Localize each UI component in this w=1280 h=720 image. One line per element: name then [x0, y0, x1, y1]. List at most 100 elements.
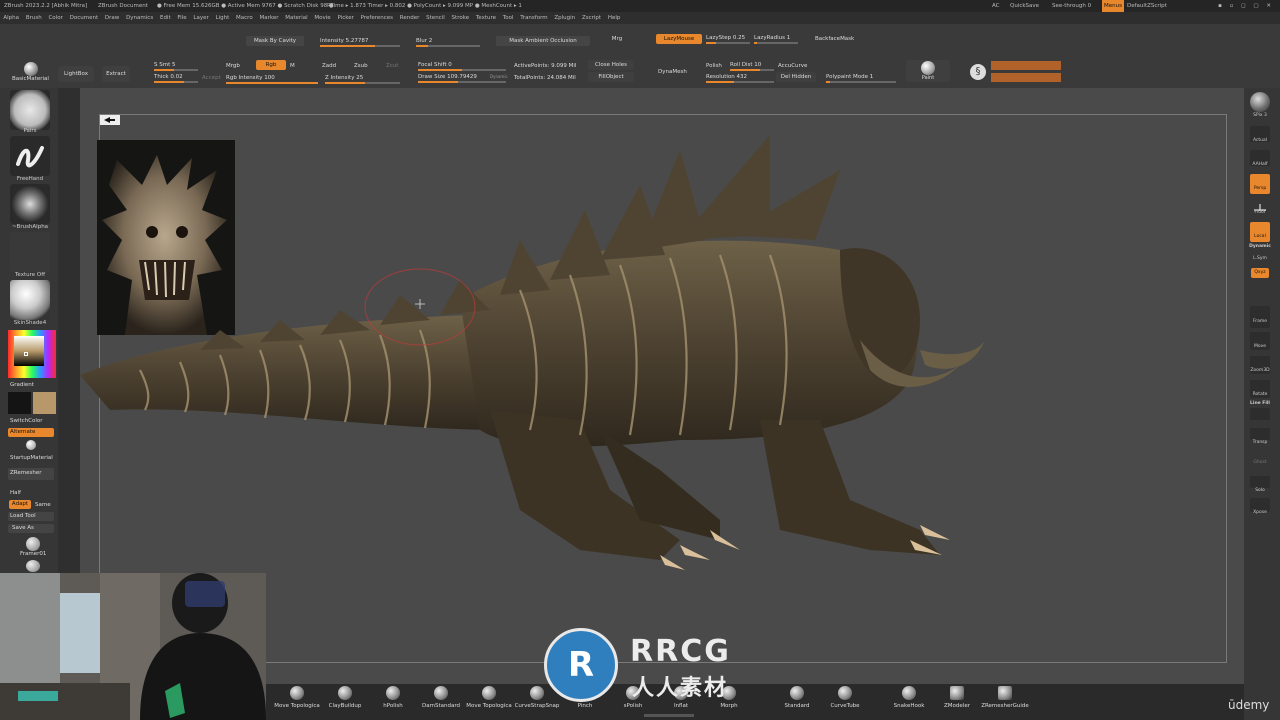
primary-color-swatch[interactable]: [8, 392, 31, 414]
brush-move-topological-2[interactable]: Move Topologica: [464, 684, 514, 720]
brush-standard[interactable]: Standard: [772, 684, 822, 720]
mrgb-button[interactable]: Mrgb: [226, 61, 240, 71]
zremesher-button[interactable]: ZRemesher: [8, 468, 54, 480]
ghost-label[interactable]: Ghost: [1244, 460, 1276, 465]
startup-material-label[interactable]: StartupMaterial: [10, 453, 53, 463]
load-tool-button[interactable]: Load Tool: [8, 512, 54, 521]
polish-button[interactable]: Polish: [706, 61, 722, 71]
brush-claybuildup[interactable]: ClayBuildup: [320, 684, 370, 720]
zadd-button[interactable]: Zadd: [322, 61, 336, 71]
lightbox-button[interactable]: LightBox: [58, 66, 94, 82]
menu-light[interactable]: Light: [212, 12, 233, 24]
alpha-icon[interactable]: [10, 184, 50, 224]
seethrough-slider[interactable]: See-through 0: [1052, 0, 1091, 12]
rgb-button[interactable]: Rgb: [256, 60, 286, 70]
gradient-label[interactable]: Gradient: [10, 380, 34, 390]
menu-help[interactable]: Help: [604, 12, 623, 24]
startup-material-icon[interactable]: [26, 440, 36, 450]
extract-button[interactable]: Extract: [102, 66, 130, 82]
line-fill-label[interactable]: Line Fill: [1244, 401, 1276, 406]
switch-color-button[interactable]: SwitchColor: [10, 416, 43, 426]
zcut-button[interactable]: Zcut: [386, 61, 398, 71]
menu-file[interactable]: File: [174, 12, 190, 24]
menu-picker[interactable]: Picker: [334, 12, 357, 24]
stroke-freehand-icon[interactable]: [10, 136, 50, 176]
spotlight-icon[interactable]: [100, 115, 120, 125]
brush-snakehook[interactable]: SnakeHook: [884, 684, 934, 720]
solo-icon[interactable]: [1250, 476, 1270, 488]
backface-mask-button[interactable]: BackfaceMask: [815, 34, 854, 44]
brush-damstandard[interactable]: DamStandard: [416, 684, 466, 720]
menu-layer[interactable]: Layer: [190, 12, 212, 24]
brush-move-topological-1[interactable]: Move Topologica: [272, 684, 322, 720]
menu-material[interactable]: Material: [282, 12, 311, 24]
spiral-icon[interactable]: §: [970, 64, 986, 80]
default-zscript-button[interactable]: DefaultZScript: [1127, 0, 1167, 12]
polyf-icon[interactable]: [1250, 408, 1270, 420]
qxyz-button[interactable]: Qxyz: [1251, 268, 1269, 278]
menu-dynamics[interactable]: Dynamics: [123, 12, 157, 24]
brush-pairs-icon[interactable]: [10, 90, 50, 130]
half-button[interactable]: Half: [10, 488, 21, 498]
dynamic-label-right[interactable]: Dynamic: [1244, 244, 1276, 249]
accucurve-button[interactable]: AccuCurve: [778, 61, 807, 71]
menu-stroke[interactable]: Stroke: [448, 12, 472, 24]
menu-draw[interactable]: Draw: [102, 12, 123, 24]
menu-edit[interactable]: Edit: [157, 12, 174, 24]
menu-alpha[interactable]: Alpha: [0, 12, 22, 24]
accept-button[interactable]: Accept: [202, 73, 221, 83]
spix-label[interactable]: SPix 3: [1244, 113, 1276, 118]
close-holes-button[interactable]: Close Holes: [588, 60, 634, 70]
menus-button[interactable]: Menus: [1102, 0, 1124, 12]
transp-icon[interactable]: [1250, 428, 1270, 440]
mask-ambient-occlusion-button[interactable]: Mask Ambient Occlusion: [496, 36, 590, 46]
save-as-button[interactable]: Save As: [8, 524, 54, 533]
color-swatch-bottom[interactable]: [991, 73, 1061, 82]
menu-brush[interactable]: Brush: [22, 12, 45, 24]
material-icon[interactable]: [10, 280, 50, 320]
menu-zplugin[interactable]: Zplugin: [551, 12, 579, 24]
del-hidden-button[interactable]: Del Hidden: [776, 72, 816, 82]
bottom-scroll-handle[interactable]: [644, 714, 694, 717]
adapt-button[interactable]: Adapt: [9, 500, 31, 509]
persp-icon[interactable]: [1250, 174, 1270, 194]
dynamesh-button[interactable]: DynaMesh: [658, 67, 687, 77]
creature-sculpt[interactable]: [80, 130, 1000, 590]
bpr-render-icon[interactable]: [1250, 92, 1270, 112]
fill-object-button[interactable]: FillObject: [588, 72, 634, 82]
menu-macro[interactable]: Macro: [233, 12, 256, 24]
tool-sphere-icon[interactable]: [26, 560, 40, 572]
mask-by-cavity-button[interactable]: Mask By Cavity: [246, 36, 304, 46]
menu-zscript[interactable]: Zscript: [579, 12, 605, 24]
brush-curvetube[interactable]: CurveTube: [820, 684, 870, 720]
menu-marker[interactable]: Marker: [256, 12, 282, 24]
secondary-color-swatch[interactable]: [33, 392, 56, 414]
color-picker[interactable]: [8, 330, 56, 378]
same-button[interactable]: Same: [35, 500, 51, 510]
window-controls[interactable]: ▪ ▫ ◻ ▢ ✕: [1174, 0, 1274, 12]
brush-zmodeler[interactable]: ZModeler: [932, 684, 982, 720]
paint-button[interactable]: Paint: [906, 60, 950, 82]
menu-stencil[interactable]: Stencil: [423, 12, 448, 24]
mrg-top-button[interactable]: Mrg: [606, 34, 628, 44]
lsym-button[interactable]: L.Sym: [1244, 256, 1276, 261]
menu-color[interactable]: Color: [45, 12, 66, 24]
menu-movie[interactable]: Movie: [311, 12, 334, 24]
brush-zremesherguide[interactable]: ZRemesherGuide: [980, 684, 1030, 720]
color-swatch-top[interactable]: [991, 61, 1061, 70]
texture-icon[interactable]: [10, 232, 50, 272]
zsub-button[interactable]: Zsub: [354, 61, 368, 71]
lazymouse-button[interactable]: LazyMouse: [656, 34, 702, 44]
menu-tool[interactable]: Tool: [499, 12, 516, 24]
quicksave-button[interactable]: QuickSave: [1010, 0, 1039, 12]
menu-render[interactable]: Render: [396, 12, 422, 24]
frame-icon[interactable]: [1250, 306, 1270, 328]
m-button[interactable]: M: [290, 61, 295, 71]
local-icon[interactable]: [1250, 222, 1270, 242]
menu-texture[interactable]: Texture: [472, 12, 499, 24]
menu-transform[interactable]: Transform: [517, 12, 551, 24]
alternate-button[interactable]: Alternate: [8, 428, 54, 437]
menu-document[interactable]: Document: [66, 12, 101, 24]
brush-hpolish[interactable]: hPolish: [368, 684, 418, 720]
menu-preferences[interactable]: Preferences: [357, 12, 396, 24]
